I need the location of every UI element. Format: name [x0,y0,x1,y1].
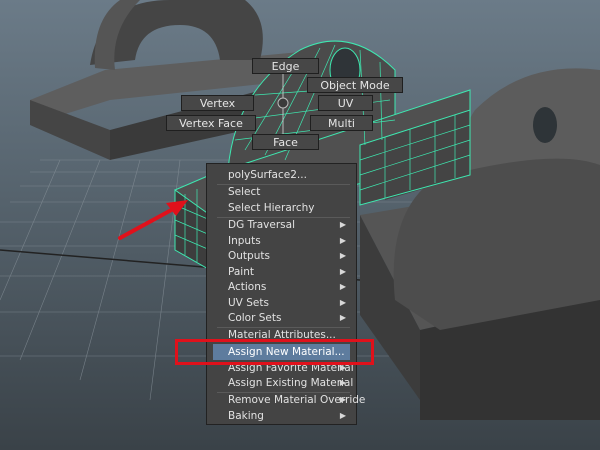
menu-item-paint[interactable]: Paint ▶ [213,264,350,280]
menu-item-select[interactable]: Select [213,184,350,200]
menu-item-baking[interactable]: Baking ▶ [213,408,350,424]
submenu-arrow-icon: ▶ [339,267,346,276]
context-menu: polySurface2... Select Select Hierarchy … [206,163,365,425]
vertex-button[interactable]: Vertex [181,95,254,111]
menu-title-polysurface[interactable]: polySurface2... [213,167,350,183]
menu-item-assign-existing-material[interactable]: Assign Existing Material ▶ [213,375,353,391]
submenu-arrow-icon: ▶ [339,313,346,322]
menu-item-select-hierarchy[interactable]: Select Hierarchy [213,200,350,216]
submenu-arrow-icon: ▶ [339,411,346,420]
menu-item-remove-material-override[interactable]: Remove Material Override ▶ [213,392,365,408]
submenu-arrow-icon: ▶ [339,251,346,260]
edge-button[interactable]: Edge [252,58,319,74]
submenu-arrow-icon: ▶ [339,298,346,307]
submenu-arrow-icon: ▶ [339,395,346,404]
maya-viewport[interactable]: Edge Object Mode Vertex UV Vertex Face M… [0,0,600,450]
menu-item-outputs[interactable]: Outputs ▶ [213,248,350,264]
menu-item-material-attributes[interactable]: Material Attributes... [213,327,350,343]
menu-item-actions[interactable]: Actions ▶ [213,279,350,295]
vertex-face-button[interactable]: Vertex Face [166,115,256,131]
menu-item-assign-new-material[interactable]: Assign New Material... [213,344,350,360]
face-button[interactable]: Face [252,134,319,150]
menu-item-color-sets[interactable]: Color Sets ▶ [213,310,350,326]
submenu-arrow-icon: ▶ [339,378,346,387]
submenu-arrow-icon: ▶ [339,236,346,245]
menu-item-assign-favorite-material[interactable]: Assign Favorite Material ▶ [213,360,354,376]
menu-item-inputs[interactable]: Inputs ▶ [213,233,350,249]
submenu-arrow-icon: ▶ [339,220,346,229]
menu-item-uv-sets[interactable]: UV Sets ▶ [213,295,350,311]
submenu-arrow-icon: ▶ [339,282,346,291]
multi-button[interactable]: Multi [310,115,373,131]
object-mode-button[interactable]: Object Mode [307,77,403,93]
submenu-arrow-icon: ▶ [339,363,346,372]
uv-button[interactable]: UV [318,95,373,111]
menu-item-dg-traversal[interactable]: DG Traversal ▶ [213,217,350,233]
